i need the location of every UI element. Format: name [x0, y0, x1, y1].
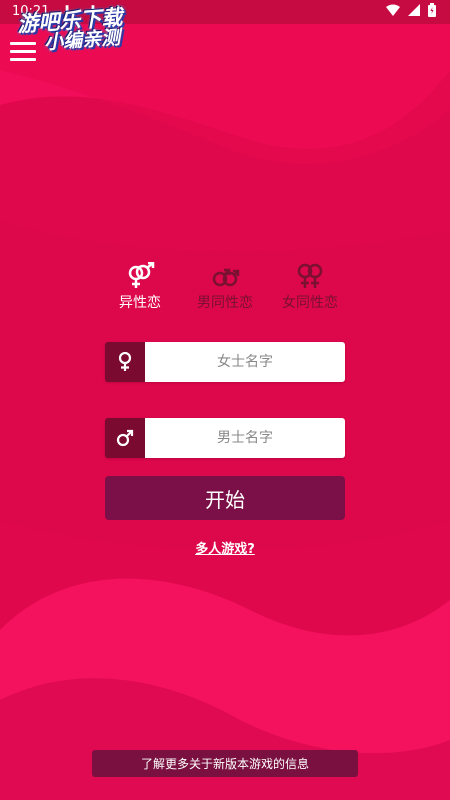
battery-icon [428, 3, 436, 17]
female-female-icon [270, 262, 350, 290]
watermark-logo: 游吧乐下载 小编亲测 [17, 5, 125, 55]
mode-gay[interactable]: 男同性恋 [185, 262, 265, 312]
mode-label: 女同性恋 [282, 295, 338, 311]
new-version-info-button[interactable]: 了解更多关于新版本游戏的信息 [92, 750, 358, 777]
male-male-icon [185, 262, 265, 290]
multiplayer-link[interactable]: 多人游戏? [0, 538, 450, 557]
male-name-field [105, 418, 345, 458]
start-button[interactable]: 开始 [105, 476, 345, 520]
system-icons [386, 3, 436, 17]
mode-label: 异性恋 [119, 295, 161, 311]
male-name-input[interactable] [145, 418, 345, 458]
female-icon [105, 342, 145, 382]
wifi-icon [386, 4, 400, 16]
mode-label: 男同性恋 [197, 295, 253, 311]
male-female-icon [100, 262, 180, 290]
background-waves [0, 0, 450, 800]
female-name-field [105, 342, 345, 382]
male-icon [105, 418, 145, 458]
signal-icon [408, 4, 420, 16]
female-name-input[interactable] [145, 342, 345, 382]
mode-lesbian[interactable]: 女同性恋 [270, 262, 350, 312]
mode-heterosexual[interactable]: 异性恋 [100, 262, 180, 312]
